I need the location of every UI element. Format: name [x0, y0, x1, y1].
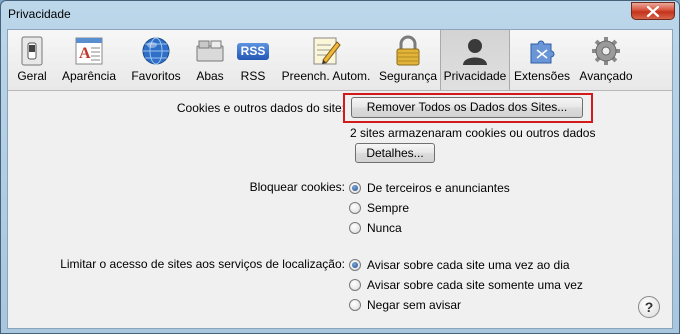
- preferences-content: Geral A Aparência Favoritos Abas RSS RSS…: [7, 29, 673, 329]
- tab-label: Avançado: [579, 69, 633, 83]
- lock-icon: [391, 34, 425, 68]
- window-title: Privacidade: [8, 7, 71, 21]
- radio-button-checked[interactable]: [349, 259, 361, 271]
- radio-button-checked[interactable]: [349, 182, 361, 194]
- radio-button[interactable]: [349, 222, 361, 234]
- tab-label: Privacidade: [443, 69, 507, 83]
- switch-icon: [15, 34, 49, 68]
- gear-icon: [589, 34, 623, 68]
- tab-label: Aparência: [61, 69, 117, 83]
- cookies-info-text: 2 sites armazenaram cookies ou outros da…: [350, 126, 596, 140]
- tabs-icon: [193, 34, 227, 68]
- radio-label: De terceiros e anunciantes: [367, 181, 510, 195]
- tab-rss[interactable]: RSS RSS: [230, 30, 276, 90]
- person-silhouette-icon: [458, 34, 492, 68]
- tab-preenchimento-automatico[interactable]: Preench. Autom.: [276, 30, 376, 90]
- tab-seguranca[interactable]: Segurança: [376, 30, 440, 90]
- globe-icon: [139, 34, 173, 68]
- close-button[interactable]: [631, 2, 675, 20]
- tab-geral[interactable]: Geral: [8, 30, 56, 90]
- tab-favoritos[interactable]: Favoritos: [122, 30, 190, 90]
- typography-icon: A: [72, 34, 106, 68]
- radio-label: Sempre: [367, 201, 410, 215]
- rss-badge: RSS: [237, 42, 269, 60]
- pencil-form-icon: [309, 34, 343, 68]
- cookies-label: Cookies e outros dados do site:: [176, 101, 345, 115]
- details-button[interactable]: Detalhes...: [355, 143, 435, 163]
- radio-block-always[interactable]: Sempre: [349, 200, 409, 216]
- radio-location-once[interactable]: Avisar sobre cada site somente uma vez: [349, 277, 583, 293]
- radio-location-deny[interactable]: Negar sem avisar: [349, 297, 461, 313]
- radio-button[interactable]: [349, 299, 361, 311]
- radio-label: Avisar sobre cada site uma vez ao dia: [367, 258, 570, 272]
- radio-label: Nunca: [367, 221, 402, 235]
- help-button[interactable]: ?: [638, 296, 660, 318]
- location-label: Limitar o acesso de sites aos serviços d…: [60, 257, 345, 271]
- tab-privacidade[interactable]: Privacidade: [440, 30, 510, 90]
- tab-label: Segurança: [378, 69, 438, 83]
- tab-avancado[interactable]: Avançado: [574, 30, 638, 90]
- rss-icon: RSS: [236, 34, 270, 68]
- radio-label: Avisar sobre cada site somente uma vez: [367, 278, 583, 292]
- radio-location-daily[interactable]: Avisar sobre cada site uma vez ao dia: [349, 257, 570, 273]
- tab-label: Extensões: [513, 69, 571, 83]
- tab-aparencia[interactable]: A Aparência: [56, 30, 122, 90]
- radio-block-never[interactable]: Nunca: [349, 220, 402, 236]
- puzzle-icon: [525, 34, 559, 68]
- preferences-toolbar: Geral A Aparência Favoritos Abas RSS RSS…: [8, 30, 672, 91]
- svg-text:A: A: [79, 45, 91, 62]
- highlight-box: [343, 93, 593, 123]
- tab-label: Preench. Autom.: [281, 69, 371, 83]
- tab-extensoes[interactable]: Extensões: [510, 30, 574, 90]
- tab-abas[interactable]: Abas: [190, 30, 230, 90]
- tab-label: RSS: [240, 69, 266, 83]
- radio-label: Negar sem avisar: [367, 298, 462, 312]
- title-bar[interactable]: Privacidade: [1, 1, 680, 29]
- block-cookies-label: Bloquear cookies:: [249, 180, 345, 194]
- radio-button[interactable]: [349, 202, 361, 214]
- tab-label: Geral: [17, 69, 47, 83]
- close-icon: [646, 5, 660, 17]
- preferences-window: Privacidade Geral A Aparência Favoritos …: [0, 0, 680, 334]
- radio-button[interactable]: [349, 279, 361, 291]
- tab-label: Favoritos: [131, 69, 181, 83]
- tab-label: Abas: [196, 69, 224, 83]
- radio-block-third-party[interactable]: De terceiros e anunciantes: [349, 180, 510, 196]
